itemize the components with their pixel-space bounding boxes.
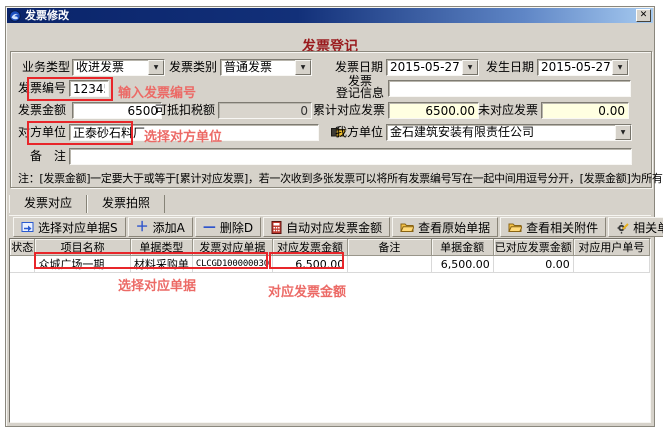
counterpart-unit-label: 对方单位 [10,124,66,141]
view-original-doc-button[interactable]: 查看原始单据 [392,217,498,237]
titlebar: 发票修改 ✕ [7,8,653,23]
col-already-matched-amount: 已对应发票金额 [493,239,573,256]
folder-icon [400,221,414,233]
deductible-tax-label: 可抵扣税额 [144,102,215,119]
close-icon[interactable]: ✕ [636,9,651,22]
window-title: 发票修改 [25,8,69,23]
business-type-select[interactable]: 收进发票 ▼ [72,59,165,76]
chevron-down-icon[interactable]: ▼ [295,60,311,75]
chevron-down-icon[interactable]: ▼ [612,60,628,75]
occur-date-label: 发生日期 [475,59,534,76]
occur-date-select[interactable]: 2015-05-27 ▼ [537,59,629,76]
tab-invoice-photo[interactable]: 发票拍照 [87,195,165,213]
select-matching-doc-button[interactable]: 选择对应单据S [13,217,126,237]
col-remark: 备注 [348,239,431,256]
grid-header-row: 状态 项目名称 单据类型 发票对应单据 对应发票金额 备注 单据金额 已对应发票… [10,239,650,256]
select-doc-annotation: 选择对应单据 [118,275,196,294]
matching-table: 状态 项目名称 单据类型 发票对应单据 对应发票金额 备注 单据金额 已对应发票… [10,239,650,273]
invoice-category-label: 发票类别 [158,59,217,76]
deductible-tax-input [218,102,312,119]
business-type-label: 业务类型 [10,59,70,76]
col-doc-amount: 单据金额 [431,239,493,256]
invoice-no-label: 发票编号 [10,80,66,97]
view-attachments-button[interactable]: 查看相关附件 [500,217,606,237]
folder-icon [508,221,522,233]
matched-total-label: 累计对应发票 [304,102,385,119]
unmatched-total-input [541,102,629,119]
form-note: 注：[发票金额]一定要大于或等于[累计对应发票]，若一次收到多张发票可以将所有发… [18,170,663,186]
invoice-no-input[interactable] [69,80,109,97]
our-unit-select[interactable]: 金石建筑安装有限责任公司 ▼ [386,124,632,141]
register-info-label: 发票 登记信息 [334,75,386,99]
register-info-input[interactable] [388,80,631,97]
col-doc-type: 单据类型 [130,239,192,256]
chevron-down-icon[interactable]: ▼ [615,125,631,140]
toolbar: 选择对应单据S ＋ 添加A — 删除D 自动对应发票金额 [9,215,651,238]
col-matched-invoice-amount: 对应发票金额 [272,239,347,256]
auto-match-amount-button[interactable]: 自动对应发票金额 [263,217,390,237]
invoice-no-hint: 输入发票编号 [118,82,196,101]
matching-grid: 状态 项目名称 单据类型 发票对应单据 对应发票金额 备注 单据金额 已对应发票… [9,238,651,423]
unmatched-total-label: 未对应发票 [469,102,538,119]
table-row[interactable]: 众城广场一期 材料采购单 CLCGD100000030 6,500.00 6,5… [10,256,650,273]
col-project-name: 项目名称 [35,239,130,256]
tabstrip: 发票对应 发票拍照 [9,195,165,213]
counterpart-hint: 选择对方单位 [144,126,222,145]
invoice-edit-window: 发票修改 ✕ 发票登记 业务类型 收进发票 ▼ 发票类别 普通发票 ▼ 发票日期… [5,6,655,427]
invoice-amount-label: 发票金额 [10,102,66,119]
add-icon: ＋ [136,221,149,234]
remove-icon: — [203,221,216,234]
our-unit-label: 我方单位 [326,124,383,141]
matched-amount-annotation: 对应发票金额 [268,281,346,300]
select-document-icon [21,221,34,233]
calculator-icon [271,221,282,234]
delete-button[interactable]: — 删除D [195,217,261,237]
add-button[interactable]: ＋ 添加A [128,217,193,237]
invoice-category-select[interactable]: 普通发票 ▼ [220,59,312,76]
remark-input[interactable] [69,148,632,165]
col-matching-doc: 发票对应单据 [192,239,272,256]
col-user-doc-no: 对应用户单号 [573,239,649,256]
col-status: 状态 [10,239,35,256]
tab-invoice-matching[interactable]: 发票对应 [9,195,87,213]
invoice-date-select[interactable]: 2015-05-27 ▼ [386,59,479,76]
remark-label: 备 注 [10,148,66,165]
app-icon [9,10,21,22]
related-doc-summary-button[interactable]: 相关单据明细汇总 [608,217,663,237]
matched-total-input [388,102,479,119]
summary-icon [616,221,629,234]
